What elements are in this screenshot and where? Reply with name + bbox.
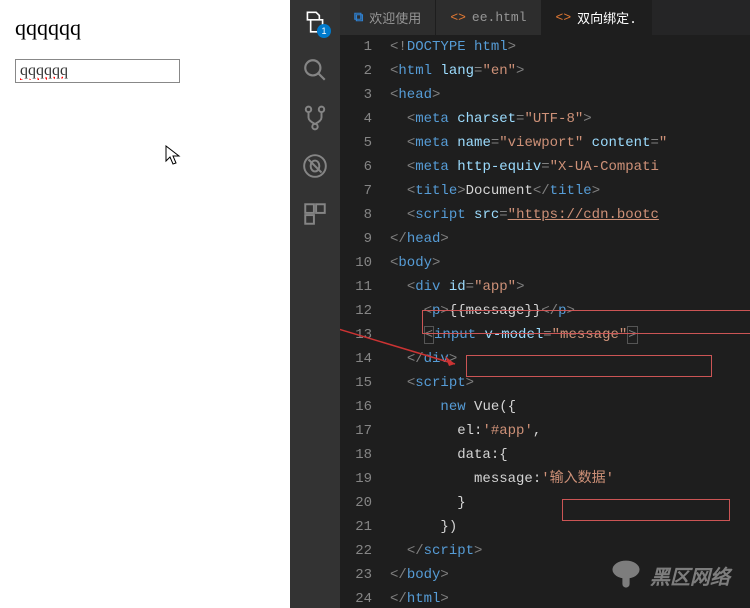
line-number: 20 bbox=[340, 491, 390, 515]
code-content: <meta http-equiv="X-UA-Compati bbox=[390, 155, 659, 179]
code-line: 18 data:{ bbox=[340, 443, 750, 467]
code-content: </head> bbox=[390, 227, 449, 251]
browser-preview-panel: qqqqqq bbox=[0, 0, 290, 608]
line-number: 17 bbox=[340, 419, 390, 443]
tab-label: ee.html bbox=[472, 10, 527, 25]
tab-file-icon: <> bbox=[556, 10, 572, 25]
line-number: 21 bbox=[340, 515, 390, 539]
editor-tab[interactable]: <> 双向绑定. bbox=[542, 0, 652, 35]
editor-tabs: ⧉ 欢迎使用 <> ee.html <> 双向绑定. bbox=[340, 0, 750, 35]
code-content: </script> bbox=[390, 539, 482, 563]
code-line: 15 <script> bbox=[340, 371, 750, 395]
code-line: 20 } bbox=[340, 491, 750, 515]
line-number: 22 bbox=[340, 539, 390, 563]
line-number: 4 bbox=[340, 107, 390, 131]
code-line: 17 el:'#app', bbox=[340, 419, 750, 443]
code-content: <meta name="viewport" content=" bbox=[390, 131, 667, 155]
code-line: 11 <div id="app"> bbox=[340, 275, 750, 299]
code-content: <html lang="en"> bbox=[390, 59, 524, 83]
editor-tab[interactable]: ⧉ 欢迎使用 bbox=[340, 0, 436, 35]
line-number: 3 bbox=[340, 83, 390, 107]
line-number: 2 bbox=[340, 59, 390, 83]
code-line: 4 <meta charset="UTF-8"> bbox=[340, 107, 750, 131]
line-number: 13 bbox=[340, 323, 390, 347]
code-line: 5 <meta name="viewport" content=" bbox=[340, 131, 750, 155]
code-content: </div> bbox=[390, 347, 457, 371]
code-content: <!DOCTYPE html> bbox=[390, 35, 516, 59]
editor-area: ⧉欢迎使用<>ee.html<>双向绑定. 1<!DOCTYPE html>2<… bbox=[340, 0, 750, 608]
code-line: 19 message:'输入数据' bbox=[340, 467, 750, 491]
tab-file-icon: ⧉ bbox=[354, 10, 363, 25]
code-content: <body> bbox=[390, 251, 440, 275]
message-input[interactable] bbox=[15, 59, 180, 83]
extensions-icon[interactable] bbox=[301, 200, 329, 228]
code-line: 8 <script src="https://cdn.bootc bbox=[340, 203, 750, 227]
code-content: message:'输入数据' bbox=[390, 467, 614, 491]
line-number: 10 bbox=[340, 251, 390, 275]
message-output: qqqqqq bbox=[15, 15, 275, 41]
watermark-text: 黑区网络 bbox=[650, 561, 730, 590]
line-number: 15 bbox=[340, 371, 390, 395]
code-line: 9</head> bbox=[340, 227, 750, 251]
line-number: 8 bbox=[340, 203, 390, 227]
code-line: 16 new Vue({ bbox=[340, 395, 750, 419]
mushroom-icon bbox=[608, 557, 644, 593]
code-content: </body> bbox=[390, 563, 449, 587]
line-number: 12 bbox=[340, 299, 390, 323]
line-number: 14 bbox=[340, 347, 390, 371]
code-content: <script src="https://cdn.bootc bbox=[390, 203, 659, 227]
code-content: el:'#app', bbox=[390, 419, 541, 443]
code-line: 13 <input v-model="message"> bbox=[340, 323, 750, 347]
code-content: new Vue({ bbox=[390, 395, 516, 419]
explorer-badge: 1 bbox=[317, 24, 331, 38]
code-content: <title>Document</title> bbox=[390, 179, 600, 203]
code-line: 2<html lang="en"> bbox=[340, 59, 750, 83]
code-content: <head> bbox=[390, 83, 440, 107]
code-content: <meta charset="UTF-8"> bbox=[390, 107, 592, 131]
line-number: 19 bbox=[340, 467, 390, 491]
debug-icon[interactable] bbox=[301, 152, 329, 180]
line-number: 24 bbox=[340, 587, 390, 608]
code-line: 21 }) bbox=[340, 515, 750, 539]
code-content: <p>{{message}}</p> bbox=[390, 299, 575, 323]
code-content: }) bbox=[390, 515, 457, 539]
explorer-icon[interactable]: 1 bbox=[301, 8, 329, 36]
code-content: <input v-model="message"> bbox=[390, 323, 638, 347]
search-icon[interactable] bbox=[301, 56, 329, 84]
code-editor[interactable]: 1<!DOCTYPE html>2<html lang="en">3<head>… bbox=[340, 35, 750, 608]
editor-tab[interactable]: <> ee.html bbox=[436, 0, 541, 35]
code-line: 14 </div> bbox=[340, 347, 750, 371]
code-content: data:{ bbox=[390, 443, 508, 467]
cursor-icon bbox=[165, 145, 183, 167]
line-number: 23 bbox=[340, 563, 390, 587]
line-number: 11 bbox=[340, 275, 390, 299]
activity-bar: 1 bbox=[290, 0, 340, 608]
line-number: 6 bbox=[340, 155, 390, 179]
code-line: 1<!DOCTYPE html> bbox=[340, 35, 750, 59]
source-control-icon[interactable] bbox=[301, 104, 329, 132]
code-line: 10<body> bbox=[340, 251, 750, 275]
line-number: 18 bbox=[340, 443, 390, 467]
code-line: 7 <title>Document</title> bbox=[340, 179, 750, 203]
code-content: } bbox=[390, 491, 466, 515]
code-content: <div id="app"> bbox=[390, 275, 524, 299]
watermark: 黑区网络 bbox=[608, 557, 730, 593]
code-line: 3<head> bbox=[340, 83, 750, 107]
code-line: 12 <p>{{message}}</p> bbox=[340, 299, 750, 323]
tab-file-icon: <> bbox=[450, 10, 466, 25]
line-number: 7 bbox=[340, 179, 390, 203]
line-number: 16 bbox=[340, 395, 390, 419]
code-content: <script> bbox=[390, 371, 474, 395]
tab-label: 双向绑定. bbox=[577, 8, 637, 27]
tab-label: 欢迎使用 bbox=[369, 8, 421, 27]
line-number: 1 bbox=[340, 35, 390, 59]
line-number: 5 bbox=[340, 131, 390, 155]
line-number: 9 bbox=[340, 227, 390, 251]
code-line: 6 <meta http-equiv="X-UA-Compati bbox=[340, 155, 750, 179]
code-content: </html> bbox=[390, 587, 449, 608]
